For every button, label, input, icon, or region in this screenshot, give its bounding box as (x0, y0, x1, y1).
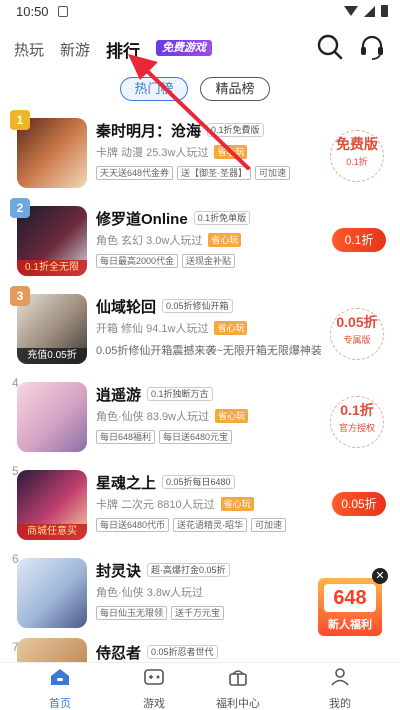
perk-chip: 可加速 (251, 518, 287, 532)
rank-badge: 1 (10, 110, 30, 130)
perk-chip: 每日仙玉无限领 (96, 606, 168, 620)
newbie-welfare-ad[interactable]: 648 新人福利 (318, 578, 382, 636)
discount-button[interactable]: 0.1折 (332, 228, 386, 252)
fine-list-button[interactable]: 精品榜 (200, 77, 270, 101)
nav-label: 首页 (49, 698, 71, 710)
battery-icon (381, 5, 388, 17)
game-name: 仙域轮回 (96, 298, 157, 316)
notification-icon (58, 6, 68, 17)
game-meta: 卡牌 二次元 8810人玩过 (96, 499, 215, 511)
game-name: 封灵诀 (96, 562, 142, 580)
free-version-seal[interactable]: 免费版 0.1折 (326, 130, 388, 182)
home-icon (51, 669, 69, 685)
perk-chip: 可加速 (255, 166, 291, 180)
game-meta: 角色 玄幻 3.0w人玩过 (96, 235, 203, 247)
rank-badge: 3 (10, 286, 30, 306)
status-time: 10:50 (16, 4, 49, 19)
tab-ranking[interactable]: 排行 (106, 37, 140, 62)
cover-tag: 0.1折全无限 (17, 260, 87, 276)
game-name: 星魂之上 (96, 474, 157, 492)
perk-chip: 每日最高2000代金 (96, 254, 179, 268)
perk-chip: 每日648福利 (96, 430, 156, 444)
cover-tag: 充值0.05折 (17, 348, 87, 364)
game-subtitle: 0.05折修仙开箱 (162, 299, 233, 313)
list-item[interactable]: 5 商城任意买 星魂之上 0.05折每日6480 卡牌 二次元 8810人玩过 … (0, 458, 400, 546)
game-subtitle: 0.1折独断万古 (147, 387, 213, 401)
game-subtitle: 0.1折免单版 (193, 211, 251, 225)
wifi-icon (344, 6, 358, 16)
perk-chip: 每日送6480元宝 (159, 430, 233, 444)
game-subtitle: 0.1折免費版 (207, 123, 264, 137)
nav-home[interactable]: 首页 (20, 667, 100, 710)
game-name: 侍忍者 (96, 644, 142, 662)
signal-icon (364, 5, 375, 17)
list-item[interactable]: 2 0.1折全无限 修罗道Online 0.1折免单版 角色 玄幻 3.0w人玩… (0, 194, 400, 282)
game-subtitle: 0.05折每日6480 (162, 475, 235, 489)
nav-profile[interactable]: 我的 (300, 667, 380, 710)
bottom-nav: 首页 游戏 福利中心 我的 (0, 662, 400, 710)
game-cover[interactable]: 商城任意买 (17, 470, 87, 540)
cover-tag: 商城任意买 (17, 524, 87, 540)
worry-free-badge: 省心玩 (214, 145, 248, 159)
tab-new[interactable]: 新游 (60, 39, 90, 60)
game-cover[interactable] (17, 638, 87, 662)
game-meta: 角色·仙侠 83.9w人玩过 (96, 411, 210, 423)
nav-label: 我的 (329, 698, 351, 710)
game-meta: 开箱 修仙 94.1w人玩过 (96, 323, 209, 335)
worry-free-badge: 省心玩 (215, 409, 249, 423)
perk-chip: 送【御圣·圣器】 (177, 166, 252, 180)
nav-welfare-center[interactable]: 福利中心 (198, 667, 278, 710)
exclusive-seal[interactable]: 0.05折 专属版 (326, 308, 388, 360)
game-description: 0.05折修仙开箱震撼来袭~无限开箱无限爆神装 (96, 345, 322, 357)
list-item[interactable]: 7 侍忍者 0.05折忍者世代 (0, 634, 400, 662)
perk-chip: 每日送6480代币 (96, 518, 170, 532)
close-icon[interactable]: ✕ (372, 568, 388, 584)
ad-label: 新人福利 (328, 619, 372, 631)
worry-free-badge: 省心玩 (214, 321, 248, 335)
list-item[interactable]: 4 逍遥游 0.1折独断万古 角色·仙侠 83.9w人玩过 省心玩 每日648福… (0, 370, 400, 458)
worry-free-badge: 省心玩 (208, 233, 242, 247)
nav-games[interactable]: 游戏 (114, 667, 194, 710)
discount-button[interactable]: 0.05折 (332, 492, 386, 516)
hot-list-button[interactable]: 热门榜 (120, 77, 188, 101)
status-bar: 10:50 (0, 0, 400, 24)
list-item[interactable]: 3 充值0.05折 仙域轮回 0.05折修仙开箱 开箱 修仙 94.1w人玩过 … (0, 282, 400, 370)
game-cover[interactable] (17, 558, 87, 628)
profile-icon (331, 668, 349, 686)
tab-free-games[interactable]: 免费游戏 (156, 40, 212, 56)
ad-amount: 648 (324, 584, 376, 612)
game-name: 秦时明月：沧海 (96, 122, 202, 140)
perk-chip: 送现金补贴 (182, 254, 236, 268)
worry-free-badge: 省心玩 (220, 497, 254, 511)
tab-hot[interactable]: 热玩 (14, 39, 44, 60)
game-subtitle: 超·高爆打金0.05折 (147, 563, 230, 577)
status-icons (344, 5, 388, 17)
game-name: 逍遥游 (96, 386, 142, 404)
rank-badge: 2 (10, 198, 30, 218)
game-subtitle: 0.05折忍者世代 (147, 645, 218, 659)
game-meta: 卡牌 动漫 25.3w人玩过 (96, 147, 209, 159)
gamepad-icon (144, 669, 164, 685)
gift-icon (229, 670, 247, 686)
top-nav: 热玩 新游 排行 免费游戏 (0, 30, 400, 66)
game-name: 修罗道Online (96, 210, 188, 228)
perk-chip: 天天送648代金券 (96, 166, 174, 180)
list-item[interactable]: 1 秦时明月：沧海 0.1折免費版 卡牌 动漫 25.3w人玩过 省心玩 天天送… (0, 106, 400, 194)
game-meta: 角色·仙侠 3.8w人玩过 (96, 587, 203, 599)
perk-chip: 送千万元宝 (171, 606, 225, 620)
headset-icon[interactable] (358, 33, 386, 61)
search-icon[interactable] (316, 33, 344, 61)
game-cover[interactable] (17, 382, 87, 452)
nav-label: 福利中心 (216, 698, 260, 710)
perk-chip: 送花语精灵·昭华 (173, 518, 248, 532)
official-seal[interactable]: 0.1折 官方授权 (326, 396, 388, 448)
nav-label: 游戏 (143, 698, 165, 710)
